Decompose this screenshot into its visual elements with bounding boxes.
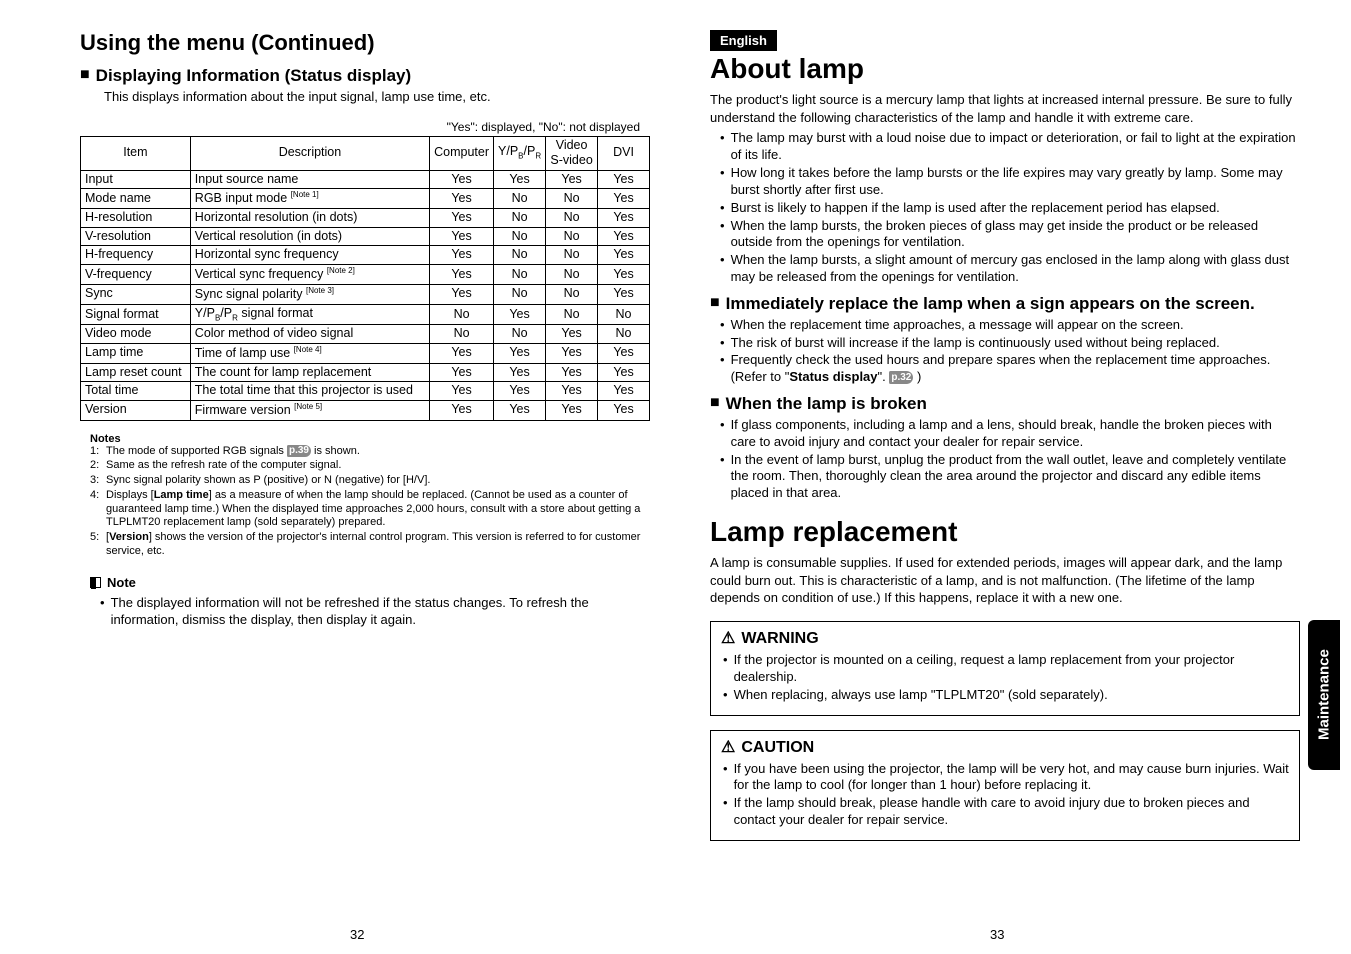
table-row: Video modeColor method of video signalNo…	[81, 325, 650, 344]
warning-box: ⚠ WARNING •If the projector is mounted o…	[710, 621, 1300, 716]
table-row: H-frequencyHorizontal sync frequencyYesN…	[81, 246, 650, 265]
status-table: Item Description Computer Y/PB/PR Video …	[80, 136, 650, 421]
caution-box: ⚠ CAUTION •If you have been using the pr…	[710, 730, 1300, 842]
replace-bullets: •When the replacement time approaches, a…	[720, 317, 1300, 387]
list-item: •In the event of lamp burst, unplug the …	[720, 452, 1300, 503]
section-heading-status: Displaying Information (Status display)	[96, 66, 411, 86]
table-row: VersionFirmware version [Note 5]YesYesYe…	[81, 400, 650, 420]
table-row: Lamp timeTime of lamp use [Note 4]YesYes…	[81, 343, 650, 363]
table-row: Lamp reset countThe count for lamp repla…	[81, 363, 650, 382]
list-item: •When replacing, always use lamp "TLPLMT…	[723, 687, 1289, 704]
note-item: 3:Sync signal polarity shown as P (posit…	[90, 474, 650, 488]
section-subtext: This displays information about the inpu…	[104, 89, 650, 104]
language-tag: English	[710, 30, 777, 51]
table-row: H-resolutionHorizontal resolution (in do…	[81, 209, 650, 228]
square-bullet-icon: ■	[710, 394, 720, 412]
replace-heading: Immediately replace the lamp when a sign…	[726, 294, 1255, 314]
note-item: 1:The mode of supported RGB signals p.39…	[90, 445, 650, 459]
square-bullet-icon: ■	[710, 294, 720, 312]
list-item: •How long it takes before the lamp burst…	[720, 165, 1300, 199]
lamp-replacement-title: Lamp replacement	[710, 516, 1300, 548]
table-row: InputInput source nameYesYesYesYes	[81, 170, 650, 189]
table-row: Total timeThe total time that this proje…	[81, 382, 650, 401]
table-row: Signal formatY/PB/PR signal formatNoYesN…	[81, 304, 650, 325]
replacement-intro: A lamp is consumable supplies. If used f…	[710, 554, 1300, 607]
broken-bullets: •If glass components, including a lamp a…	[720, 417, 1300, 502]
about-intro: The product's light source is a mercury …	[710, 91, 1300, 126]
th-desc: Description	[190, 136, 429, 170]
maintenance-tab: Maintenance	[1308, 620, 1340, 770]
table-row: V-resolutionVertical resolution (in dots…	[81, 227, 650, 246]
notes-list: 1:The mode of supported RGB signals p.39…	[90, 445, 650, 559]
th-video: Video S-video	[546, 136, 598, 170]
th-dvi: DVI	[598, 136, 650, 170]
warning-label: WARNING	[741, 630, 818, 648]
list-item: •When the lamp bursts, a slight amount o…	[720, 252, 1300, 286]
note-icon	[90, 577, 101, 588]
table-caption: "Yes": displayed, "No": not displayed	[80, 120, 640, 134]
table-row: SyncSync signal polarity [Note 3]YesNoNo…	[81, 284, 650, 304]
caution-bullets: •If you have been using the projector, t…	[723, 761, 1289, 830]
warning-bullets: •If the projector is mounted on a ceilin…	[723, 652, 1289, 704]
page-number-left: 32	[350, 927, 364, 942]
table-row: Mode nameRGB input mode [Note 1]YesNoNoY…	[81, 189, 650, 209]
caution-label: CAUTION	[741, 739, 814, 757]
page-number-right: 33	[990, 927, 1004, 942]
about-lamp-title: About lamp	[710, 53, 1300, 85]
page-title-left: Using the menu (Continued)	[80, 30, 650, 56]
broken-heading: When the lamp is broken	[726, 394, 927, 414]
list-item: •If glass components, including a lamp a…	[720, 417, 1300, 451]
list-item: •If the lamp should break, please handle…	[723, 795, 1289, 829]
list-item: •If you have been using the projector, t…	[723, 761, 1289, 795]
notes-title: Notes	[90, 433, 650, 445]
table-header-row: Item Description Computer Y/PB/PR Video …	[81, 136, 650, 170]
square-bullet-icon: ■	[80, 66, 90, 84]
list-item: •When the replacement time approaches, a…	[720, 317, 1300, 334]
warning-icon: ⚠	[721, 631, 735, 647]
note-item: 4:Displays [Lamp time] as a measure of w…	[90, 489, 650, 530]
list-item: •Burst is likely to happen if the lamp i…	[720, 200, 1300, 217]
note-item: 5:[Version] shows the version of the pro…	[90, 531, 650, 559]
note-item: 2:Same as the refresh rate of the comput…	[90, 459, 650, 473]
list-item: •When the lamp bursts, the broken pieces…	[720, 218, 1300, 252]
note-label: Note	[107, 575, 136, 590]
th-computer: Computer	[430, 136, 494, 170]
table-row: V-frequencyVertical sync frequency [Note…	[81, 265, 650, 285]
list-item: •The risk of burst will increase if the …	[720, 335, 1300, 352]
caution-icon: ⚠	[721, 740, 735, 756]
list-item: •Frequently check the used hours and pre…	[720, 352, 1300, 386]
th-item: Item	[81, 136, 191, 170]
about-bullets: •The lamp may burst with a loud noise du…	[720, 130, 1300, 286]
th-ypbpr: Y/PB/PR	[494, 136, 546, 170]
list-item: •If the projector is mounted on a ceilin…	[723, 652, 1289, 686]
list-item: •The lamp may burst with a loud noise du…	[720, 130, 1300, 164]
note-bullet: • The displayed information will not be …	[100, 594, 650, 629]
